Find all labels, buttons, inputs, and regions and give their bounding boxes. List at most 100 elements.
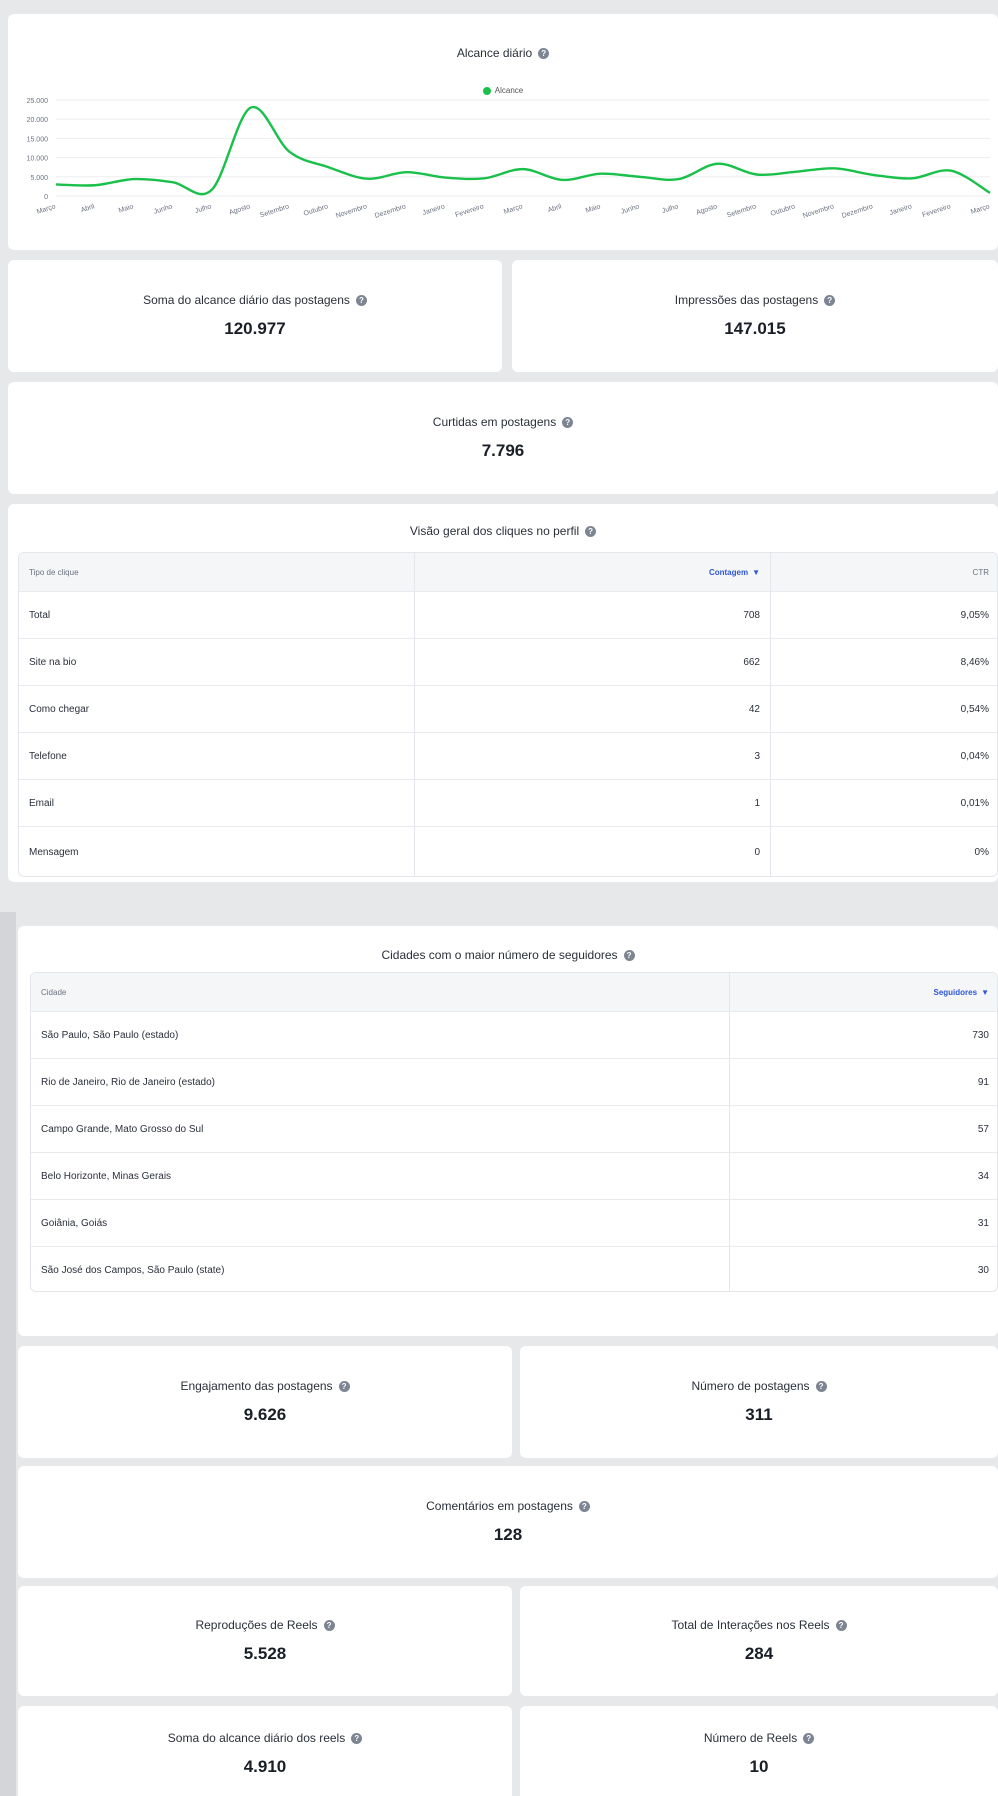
column-header-click-type[interactable]: Tipo de clique [19, 553, 414, 591]
cell-click-type: Total [29, 609, 51, 621]
x-tick-label: Fevereiro [454, 203, 484, 219]
table-row: Campo Grande, Mato Grosso do Sul 57 [31, 1105, 997, 1152]
cell-click-type: Email [29, 797, 55, 809]
help-icon[interactable]: ? [562, 416, 574, 428]
profile-clicks-title: Visão geral dos cliques no perfil ? [8, 524, 998, 538]
x-tick-label: Março [36, 203, 57, 216]
table-row: Rio de Janeiro, Rio de Janeiro (estado) … [31, 1058, 997, 1105]
metric-card-reels-count: Número de Reels? 10 [520, 1706, 998, 1796]
cell-click-type: Telefone [29, 750, 67, 762]
help-icon[interactable]: ? [338, 1380, 350, 1392]
x-tick-label: Outubro [303, 203, 329, 218]
cell-ctr: 8,46% [770, 639, 997, 685]
table-row: Total 708 9,05% [19, 591, 997, 638]
help-icon[interactable]: ? [803, 1732, 815, 1744]
metric-card-post-count: Número de postagens? 311 [520, 1346, 998, 1458]
daily-reach-card: Alcance diário ? Alcance 25.000 20.000 15.… [8, 14, 998, 250]
cell-ctr: 0,54% [770, 686, 997, 732]
cell-count: 662 [414, 639, 770, 685]
table-header-row: Cidade Seguidores ▼ [31, 973, 997, 1011]
metric-card-reels-interactions: Total de Interações nos Reels? 284 [520, 1586, 998, 1696]
x-tick-label: Junho [153, 203, 173, 216]
metric-card-post-engagement: Engajamento das postagens? 9.626 [18, 1346, 512, 1458]
column-header-followers[interactable]: Seguidores ▼ [729, 973, 997, 1011]
table-row: Site na bio 662 8,46% [19, 638, 997, 685]
x-tick-label: Maio [118, 203, 135, 214]
x-tick-label: Março [970, 203, 991, 216]
column-header-city[interactable]: Cidade [31, 973, 729, 1011]
series-line-alcance [55, 106, 991, 196]
top-cities-table: Cidade Seguidores ▼ São Paulo, São Paulo … [30, 972, 998, 1292]
cell-followers: 91 [729, 1059, 997, 1105]
y-tick-label: 5.000 [30, 175, 48, 182]
x-tick-label: Julho [661, 203, 679, 215]
profile-clicks-table: Tipo de clique Contagem ▼ CTR Total 708 9… [18, 552, 998, 877]
metric-value: 7.796 [481, 441, 525, 460]
x-tick-label: Setembro [259, 203, 290, 219]
metric-label: Impressões das postagens [674, 293, 819, 307]
table-row: São Paulo, São Paulo (estado) 730 [31, 1011, 997, 1058]
x-tick-label: Dezembro [841, 203, 874, 220]
cell-count: 42 [414, 686, 770, 732]
x-tick-label: Agosto [228, 203, 251, 216]
table-row: Mensagem 0 0% [19, 826, 997, 876]
metric-label: Número de Reels [703, 1731, 798, 1745]
metric-card-post-reach: Soma do alcance diário das postagens? 12… [8, 260, 502, 372]
help-icon[interactable]: ? [835, 1619, 847, 1631]
metric-label: Número de postagens [691, 1379, 810, 1393]
metric-card-reels-reach: Soma do alcance diário dos reels? 4.910 [18, 1706, 512, 1796]
metric-card-post-likes: Curtidas em postagens? 7.796 [8, 382, 998, 494]
table-row: São José dos Campos, São Paulo (state) 3… [31, 1246, 997, 1291]
y-tick-label: 15.000 [27, 136, 49, 143]
help-icon[interactable]: ? [585, 525, 597, 537]
x-tick-label: Janeiro [422, 203, 446, 217]
table-row: Goiânia, Goiás 31 [31, 1199, 997, 1246]
metric-value: 4.910 [243, 1757, 287, 1776]
x-tick-label: Agosto [695, 203, 718, 216]
help-icon[interactable]: ? [578, 1500, 590, 1512]
metric-label: Curtidas em postagens [432, 415, 557, 429]
x-tick-label: Outubro [770, 203, 796, 218]
cell-count: 1 [414, 780, 770, 826]
metric-value: 128 [493, 1525, 523, 1544]
x-tick-label: Janeiro [889, 203, 913, 217]
cell-followers: 730 [729, 1012, 997, 1058]
metric-label: Soma do alcance diário das postagens [143, 293, 350, 307]
table-row: Como chegar 42 0,54% [19, 685, 997, 732]
cell-ctr: 0,01% [770, 780, 997, 826]
table-row: Email 1 0,01% [19, 779, 997, 826]
metric-label: Total de Interações nos Reels [671, 1618, 830, 1632]
metric-value: 147.015 [724, 319, 786, 338]
x-tick-label: Novembro [335, 203, 368, 220]
column-header-count[interactable]: Contagem ▼ [414, 553, 770, 591]
y-tick-label: 25.000 [27, 98, 49, 105]
metric-value: 9.626 [243, 1405, 287, 1424]
x-tick-label: Abril [547, 203, 563, 214]
cell-followers: 31 [729, 1200, 997, 1246]
daily-reach-chart: 25.000 20.000 15.000 10.000 5.000 0 Março Abril… [27, 98, 991, 220]
help-icon[interactable]: ? [824, 294, 836, 306]
help-icon[interactable]: ? [323, 1619, 335, 1631]
metric-card-reels-plays: Reproduções de Reels? 5.528 [18, 1586, 512, 1696]
chevron-down-icon: ▼ [981, 987, 989, 997]
column-header-ctr[interactable]: CTR [770, 553, 997, 591]
metric-value: 10 [749, 1757, 769, 1776]
cell-followers: 57 [729, 1106, 997, 1152]
help-icon[interactable]: ? [355, 294, 367, 306]
cell-city: Rio de Janeiro, Rio de Janeiro (estado) [41, 1076, 215, 1088]
x-tick-label: Novembro [802, 203, 835, 220]
metric-label: Reproduções de Reels [195, 1618, 318, 1632]
help-icon[interactable]: ? [623, 949, 635, 961]
help-icon[interactable]: ? [815, 1380, 827, 1392]
x-tick-label: Julho [194, 203, 212, 215]
metric-value: 5.528 [243, 1644, 287, 1663]
help-icon[interactable]: ? [351, 1732, 363, 1744]
cell-followers: 30 [729, 1247, 997, 1291]
y-tick-label: 0 [44, 194, 48, 201]
cell-city: São Paulo, São Paulo (estado) [41, 1029, 179, 1041]
cell-count: 708 [414, 592, 770, 638]
metric-value: 311 [745, 1405, 773, 1424]
chevron-down-icon: ▼ [752, 567, 760, 577]
x-tick-label: Junho [620, 203, 640, 216]
metric-value: 120.977 [224, 319, 286, 338]
